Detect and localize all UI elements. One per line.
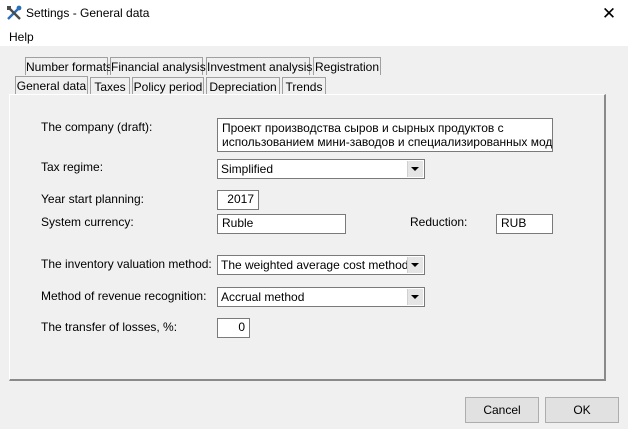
tax-regime-label: Tax regime:	[41, 160, 104, 174]
tab-policy-period[interactable]: Policy period	[132, 77, 204, 95]
tax-regime-select[interactable]: Simplified	[217, 159, 425, 179]
chevron-down-icon[interactable]	[407, 257, 423, 273]
tax-regime-value: Simplified	[221, 162, 274, 176]
revenue-method-select[interactable]: Accrual method	[217, 287, 425, 307]
currency-label: System currency:	[41, 215, 134, 229]
inventory-method-select[interactable]: The weighted average cost method	[217, 255, 425, 275]
revenue-label: Method of revenue recognition:	[41, 289, 207, 303]
tab-general-data[interactable]: General data	[15, 76, 88, 96]
tools-icon	[7, 5, 22, 20]
tab-investment-analysis[interactable]: Investment analysis	[206, 57, 312, 75]
tab-registration[interactable]: Registration	[313, 57, 381, 75]
menu-help[interactable]: Help	[9, 30, 34, 44]
reduction-label: Reduction:	[410, 215, 468, 229]
losses-label: The transfer of losses, %:	[41, 320, 178, 334]
year-field[interactable]: 2017	[217, 190, 259, 210]
tab-taxes[interactable]: Taxes	[90, 77, 130, 95]
revenue-method-value: Accrual method	[221, 290, 305, 304]
tab-depreciation[interactable]: Depreciation	[206, 77, 280, 95]
menu-bar: Help	[0, 28, 628, 46]
chevron-down-icon[interactable]	[407, 289, 423, 305]
tab-financial-analysis[interactable]: Financial analysis	[110, 57, 206, 75]
company-value-line2: использованием мини-заводов и специализи…	[222, 135, 553, 149]
currency-field[interactable]: Ruble	[217, 214, 346, 234]
company-value-line1: Проект производства сыров и сырных проду…	[222, 121, 504, 135]
inventory-label: The inventory valuation method:	[41, 257, 212, 271]
tab-trends[interactable]: Trends	[282, 77, 326, 95]
losses-field[interactable]: 0	[217, 318, 250, 338]
reduction-field[interactable]: RUB	[496, 214, 553, 234]
company-field[interactable]: Проект производства сыров и сырных проду…	[217, 118, 553, 152]
year-label: Year start planning:	[41, 192, 144, 206]
ok-button[interactable]: OK	[545, 397, 619, 423]
company-label: The company (draft):	[41, 120, 153, 134]
inventory-method-value: The weighted average cost method	[221, 258, 409, 272]
cancel-button[interactable]: Cancel	[465, 397, 539, 423]
close-icon[interactable]: ✕	[592, 2, 626, 26]
window-title: Settings - General data	[26, 6, 150, 20]
chevron-down-icon[interactable]	[407, 161, 423, 177]
title-bar: Settings - General data ✕	[0, 0, 628, 28]
tab-number-formats[interactable]: Number formats	[25, 57, 112, 75]
